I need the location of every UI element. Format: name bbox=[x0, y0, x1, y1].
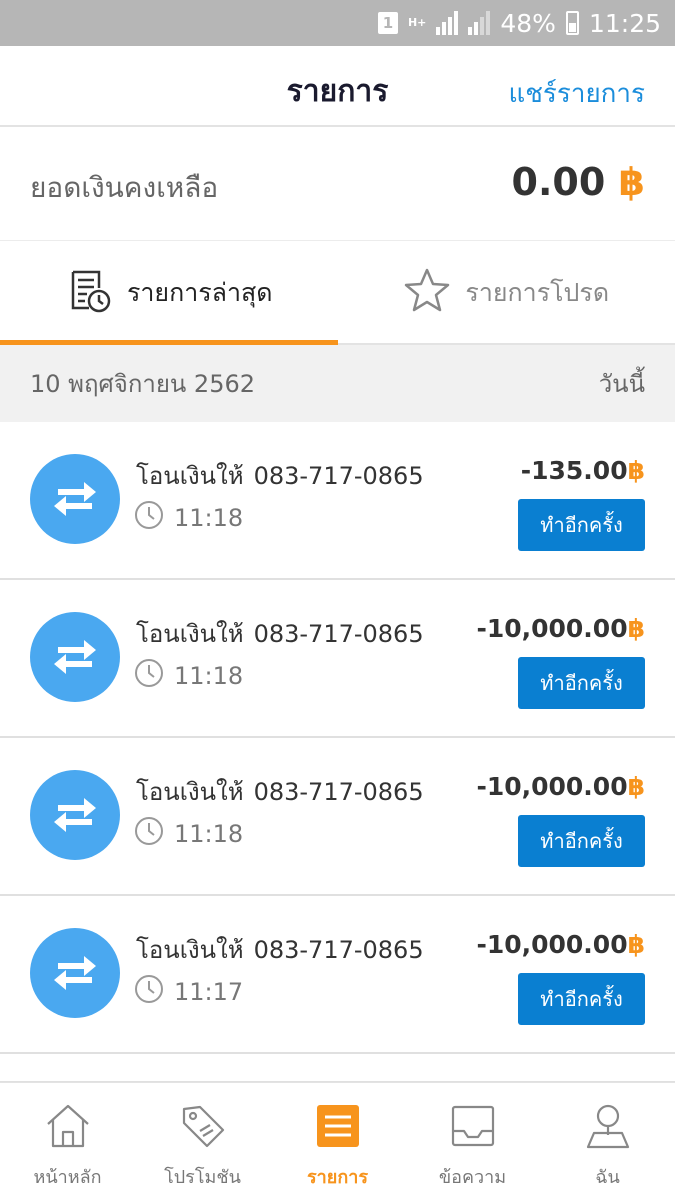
transaction-amount-value: -10,000.00 bbox=[476, 930, 628, 959]
baht-symbol: ฿ bbox=[627, 930, 645, 959]
network-type-indicator: H+ bbox=[407, 16, 427, 29]
transaction-row[interactable]: โอนเงินให้ 083-717-0865 11:18 -135.00฿ ทำ… bbox=[0, 422, 675, 580]
clock-icon bbox=[134, 974, 164, 1010]
transfer-icon bbox=[30, 454, 120, 544]
transaction-type: โอนเงินให้ bbox=[136, 936, 244, 964]
clock-icon bbox=[134, 500, 164, 536]
nav-transactions[interactable]: รายการ bbox=[270, 1083, 405, 1200]
nav-messages-label: ข้อความ bbox=[438, 1167, 507, 1188]
bottom-nav: หน้าหลัก โปรโมชัน รายการ ข้อความ ฉัน bbox=[0, 1082, 675, 1200]
transaction-row[interactable]: โอนเงินให้ 083-717-0865 11:18 -10,000.00฿… bbox=[0, 738, 675, 896]
nav-profile-label: ฉัน bbox=[595, 1167, 620, 1188]
tab-recent-label: รายการล่าสุด bbox=[126, 277, 273, 307]
clock-icon bbox=[134, 658, 164, 694]
date-header: 10 พฤศจิกายน 2562 วันนี้ bbox=[0, 345, 675, 422]
status-bar: 1 H+ 48% 11:25 bbox=[0, 0, 675, 46]
date-relative-label: วันนี้ bbox=[598, 370, 645, 398]
nav-home-label: หน้าหลัก bbox=[33, 1167, 102, 1188]
transaction-amount: -135.00฿ bbox=[521, 456, 645, 485]
inbox-icon bbox=[448, 1101, 498, 1156]
transaction-account: 083-717-0865 bbox=[253, 936, 424, 964]
repeat-transaction-button[interactable]: ทำอีกครั้ง bbox=[518, 657, 645, 709]
tab-recent[interactable]: รายการล่าสุด bbox=[0, 242, 338, 345]
balance-value: 0.00 bbox=[511, 160, 606, 204]
transaction-amount: -10,000.00฿ bbox=[476, 772, 645, 801]
transaction-row[interactable]: โอนเงินให้ 083-717-0865 11:17 -10,000.00฿… bbox=[0, 896, 675, 1054]
recent-list-icon bbox=[65, 266, 113, 320]
transaction-amount: -10,000.00฿ bbox=[476, 930, 645, 959]
baht-symbol: ฿ bbox=[627, 614, 645, 643]
transaction-title: โอนเงินให้ 083-717-0865 bbox=[136, 930, 424, 969]
tag-icon bbox=[178, 1101, 228, 1156]
nav-profile[interactable]: ฉัน bbox=[540, 1083, 675, 1200]
transaction-time: 11:18 bbox=[134, 658, 243, 694]
sim-icon: 1 bbox=[377, 12, 398, 34]
transaction-time: 11:18 bbox=[134, 816, 243, 852]
app-header: รายการ แชร์รายการ bbox=[0, 46, 675, 127]
repeat-transaction-button[interactable]: ทำอีกครั้ง bbox=[518, 815, 645, 867]
transfer-icon bbox=[30, 612, 120, 702]
transaction-title: โอนเงินให้ 083-717-0865 bbox=[136, 614, 424, 653]
signal-icon bbox=[436, 11, 459, 35]
home-icon bbox=[43, 1101, 93, 1156]
transaction-title: โอนเงินให้ 083-717-0865 bbox=[136, 772, 424, 811]
battery-percent: 48% bbox=[500, 8, 556, 38]
transaction-account: 083-717-0865 bbox=[253, 620, 424, 648]
transaction-time: 11:17 bbox=[134, 974, 243, 1010]
transaction-time-value: 11:18 bbox=[174, 820, 244, 848]
transfer-icon bbox=[30, 770, 120, 860]
balance-amount: 0.00 ฿ bbox=[512, 160, 645, 204]
profile-icon bbox=[583, 1101, 633, 1156]
repeat-transaction-button[interactable]: ทำอีกครั้ง bbox=[518, 973, 645, 1025]
nav-transactions-label: รายการ bbox=[307, 1167, 368, 1188]
transaction-amount: -10,000.00฿ bbox=[476, 614, 645, 643]
tab-bar: รายการล่าสุด รายการโปรด bbox=[0, 242, 675, 345]
share-list-button[interactable]: แชร์รายการ bbox=[509, 73, 645, 114]
transaction-type: โอนเงินให้ bbox=[136, 462, 244, 490]
transaction-time: 11:18 bbox=[134, 500, 243, 536]
transaction-row[interactable]: โอนเงินให้ 083-717-0865 11:18 -10,000.00฿… bbox=[0, 580, 675, 738]
transaction-time-value: 11:17 bbox=[174, 978, 244, 1006]
signal-secondary-icon bbox=[468, 11, 491, 35]
transaction-time-value: 11:18 bbox=[174, 504, 244, 532]
transaction-row-partial[interactable] bbox=[0, 1054, 675, 1082]
repeat-transaction-button[interactable]: ทำอีกครั้ง bbox=[518, 499, 645, 551]
date-label: 10 พฤศจิกายน 2562 bbox=[30, 370, 255, 398]
transaction-title: โอนเงินให้ 083-717-0865 bbox=[136, 456, 424, 495]
nav-home[interactable]: หน้าหลัก bbox=[0, 1083, 135, 1200]
status-time: 11:25 bbox=[588, 8, 661, 38]
baht-symbol: ฿ bbox=[618, 160, 645, 204]
transaction-amount-value: -135.00 bbox=[520, 456, 628, 485]
list-icon bbox=[313, 1101, 363, 1156]
tab-favorites-label: รายการโปรด bbox=[465, 277, 610, 307]
transaction-amount-value: -10,000.00 bbox=[476, 772, 628, 801]
transaction-time-value: 11:18 bbox=[174, 662, 244, 690]
transaction-account: 083-717-0865 bbox=[253, 462, 424, 490]
balance-label: ยอดเงินคงเหลือ bbox=[30, 171, 219, 204]
transaction-list: โอนเงินให้ 083-717-0865 11:18 -135.00฿ ทำ… bbox=[0, 422, 675, 1054]
transaction-amount-value: -10,000.00 bbox=[476, 614, 628, 643]
transaction-type: โอนเงินให้ bbox=[136, 620, 244, 648]
star-icon bbox=[403, 266, 451, 320]
nav-promotions[interactable]: โปรโมชัน bbox=[135, 1083, 270, 1200]
clock-icon bbox=[134, 816, 164, 852]
transaction-type: โอนเงินให้ bbox=[136, 778, 244, 806]
nav-promotions-label: โปรโมชัน bbox=[164, 1167, 241, 1188]
tab-favorites[interactable]: รายการโปรด bbox=[338, 242, 675, 343]
balance-section: ยอดเงินคงเหลือ 0.00 ฿ bbox=[0, 128, 675, 241]
baht-symbol: ฿ bbox=[627, 456, 645, 485]
transaction-account: 083-717-0865 bbox=[253, 778, 424, 806]
nav-messages[interactable]: ข้อความ bbox=[405, 1083, 540, 1200]
baht-symbol: ฿ bbox=[627, 772, 645, 801]
transfer-icon bbox=[30, 928, 120, 1018]
battery-icon bbox=[565, 11, 579, 35]
